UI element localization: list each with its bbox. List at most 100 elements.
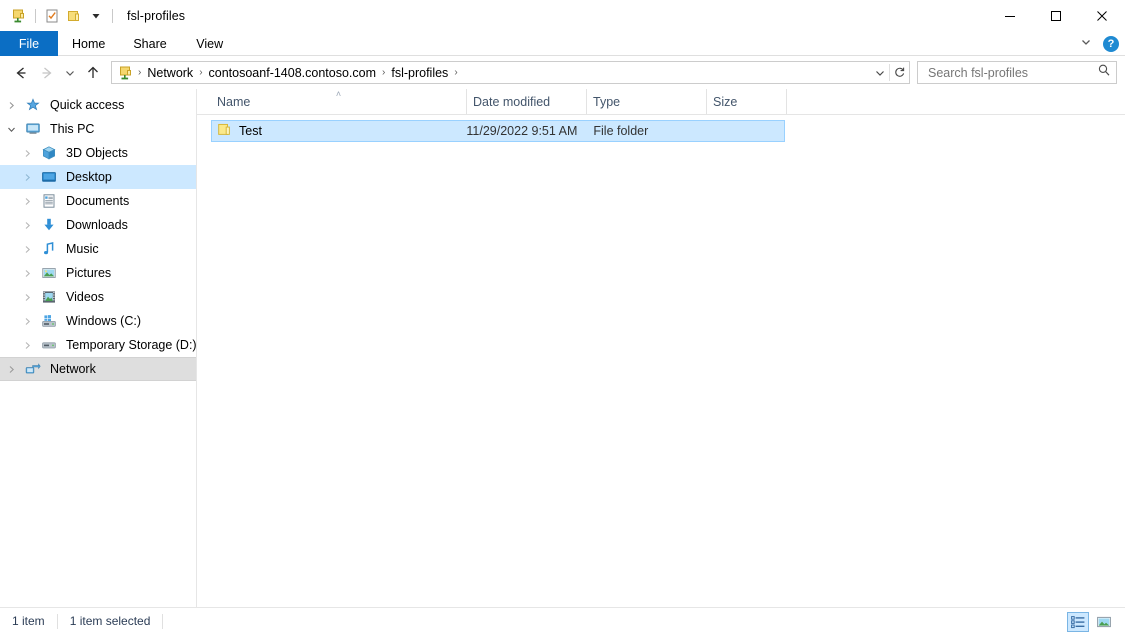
sidebar-item-label: Videos (60, 290, 104, 304)
sidebar-item-downloads[interactable]: Downloads (0, 213, 196, 237)
sidebar-item-desktop[interactable]: Desktop (0, 165, 196, 189)
column-header-type[interactable]: Type (587, 89, 707, 114)
chevron-right-icon[interactable] (16, 245, 38, 254)
file-list: Test 11/29/2022 9:51 AM File folder (197, 115, 1125, 607)
tab-home[interactable]: Home (58, 31, 119, 56)
breadcrumb-separator[interactable]: › (452, 67, 459, 78)
recent-locations-button[interactable] (60, 60, 80, 86)
navigation-pane: Quick access This PC (0, 89, 197, 607)
large-icons-view-button[interactable] (1093, 612, 1115, 632)
column-header-name[interactable]: ˄ Name (211, 89, 467, 114)
chevron-right-icon[interactable] (16, 317, 38, 326)
tab-file[interactable]: File (0, 31, 58, 56)
pin-to-quick-access-icon[interactable] (8, 5, 30, 27)
breadcrumb-item-network[interactable]: Network (143, 66, 197, 80)
file-explorer-window: fsl-profiles File Home Share View ? (0, 0, 1125, 634)
sidebar-item-label: Windows (C:) (60, 314, 141, 328)
tab-view[interactable]: View (181, 31, 239, 56)
chevron-right-icon[interactable] (16, 173, 38, 182)
table-row[interactable]: Test 11/29/2022 9:51 AM File folder (211, 120, 785, 142)
chevron-right-icon[interactable] (16, 221, 38, 230)
breadcrumb-separator: › (136, 67, 143, 78)
sidebar-item-this-pc[interactable]: This PC (0, 117, 196, 141)
path-right-controls (870, 62, 909, 83)
view-toggle-group (1067, 608, 1115, 634)
sort-ascending-icon: ˄ (336, 90, 341, 99)
chevron-right-icon[interactable] (16, 197, 38, 206)
music-icon (38, 241, 60, 257)
sidebar-item-pictures[interactable]: Pictures (0, 261, 196, 285)
breadcrumb-separator[interactable]: › (380, 67, 387, 78)
sidebar-item-3d-objects[interactable]: 3D Objects (0, 141, 196, 165)
column-headers: ˄ Name Date modified Type Size (197, 89, 1125, 115)
up-button[interactable] (80, 60, 106, 86)
column-header-label: Date modified (473, 95, 550, 109)
sidebar-item-label: 3D Objects (60, 146, 128, 160)
search-box[interactable] (917, 61, 1117, 84)
properties-icon[interactable] (41, 5, 63, 27)
chevron-right-icon[interactable] (16, 269, 38, 278)
pictures-icon (38, 265, 60, 281)
sidebar-item-music[interactable]: Music (0, 237, 196, 261)
sidebar-item-label: Temporary Storage (D:) (60, 338, 197, 352)
back-button[interactable] (8, 60, 34, 86)
file-list-pane: ˄ Name Date modified Type Size (197, 89, 1125, 607)
column-header-label: Size (713, 95, 737, 109)
sidebar-item-videos[interactable]: Videos (0, 285, 196, 309)
sidebar-item-label: Music (60, 242, 99, 256)
chevron-right-icon[interactable] (16, 293, 38, 302)
sidebar-item-label: Downloads (60, 218, 128, 232)
breadcrumb-item-share[interactable]: fsl-profiles (387, 66, 452, 80)
network-icon (22, 361, 44, 377)
sidebar-item-quick-access[interactable]: Quick access (0, 93, 196, 117)
qat-separator-2 (112, 9, 113, 23)
new-folder-icon[interactable] (63, 5, 85, 27)
folder-icon (217, 122, 232, 140)
address-dropdown-icon[interactable] (870, 62, 889, 83)
breadcrumb-separator[interactable]: › (197, 67, 204, 78)
customize-qat-chevron-icon[interactable] (85, 5, 107, 27)
window-controls (987, 0, 1125, 31)
chevron-right-icon[interactable] (0, 365, 22, 374)
maximize-button[interactable] (1033, 0, 1079, 31)
breadcrumb-path-box[interactable]: › Network › contosoanf-1408.contoso.com … (111, 61, 910, 84)
chevron-right-icon[interactable] (16, 341, 38, 350)
ribbon-tab-bar: File Home Share View ? (0, 31, 1125, 56)
videos-icon (38, 289, 60, 305)
explorer-body: Quick access This PC (0, 89, 1125, 607)
network-location-icon (116, 65, 136, 81)
details-view-button[interactable] (1067, 612, 1089, 632)
expand-ribbon-chevron-icon[interactable] (1073, 36, 1099, 51)
downloads-icon (38, 217, 60, 233)
column-header-size[interactable]: Size (707, 89, 787, 114)
close-button[interactable] (1079, 0, 1125, 31)
chevron-right-icon[interactable] (16, 149, 38, 158)
help-icon[interactable]: ? (1103, 36, 1119, 52)
file-name-label: Test (232, 124, 262, 138)
sidebar-item-temporary-storage-d[interactable]: Temporary Storage (D:) (0, 333, 196, 357)
documents-icon (38, 193, 60, 209)
tab-share[interactable]: Share (119, 31, 180, 56)
column-header-date-modified[interactable]: Date modified (467, 89, 587, 114)
address-bar: › Network › contosoanf-1408.contoso.com … (0, 56, 1125, 89)
status-bar: 1 item 1 item selected (0, 607, 1125, 634)
sidebar-item-network[interactable]: Network (0, 357, 196, 381)
search-input[interactable] (926, 65, 1097, 81)
date-modified-cell: 11/29/2022 9:51 AM (466, 121, 585, 141)
quick-access-toolbar: fsl-profiles (0, 0, 185, 31)
item-count-label: 1 item (12, 614, 45, 628)
breadcrumb: › Network › contosoanf-1408.contoso.com … (136, 66, 870, 80)
breadcrumb-item-server[interactable]: contosoanf-1408.contoso.com (205, 66, 380, 80)
sidebar-item-label: Network (44, 362, 96, 376)
sidebar-item-documents[interactable]: Documents (0, 189, 196, 213)
size-cell (705, 121, 784, 141)
drive-windows-icon (38, 313, 60, 329)
sidebar-item-windows-c[interactable]: Windows (C:) (0, 309, 196, 333)
refresh-icon[interactable] (890, 62, 909, 83)
sidebar-item-label: This PC (44, 122, 94, 136)
chevron-down-icon[interactable] (0, 125, 22, 134)
drive-icon (38, 337, 60, 353)
column-header-label: Type (593, 95, 620, 109)
chevron-right-icon[interactable] (0, 101, 22, 110)
minimize-button[interactable] (987, 0, 1033, 31)
